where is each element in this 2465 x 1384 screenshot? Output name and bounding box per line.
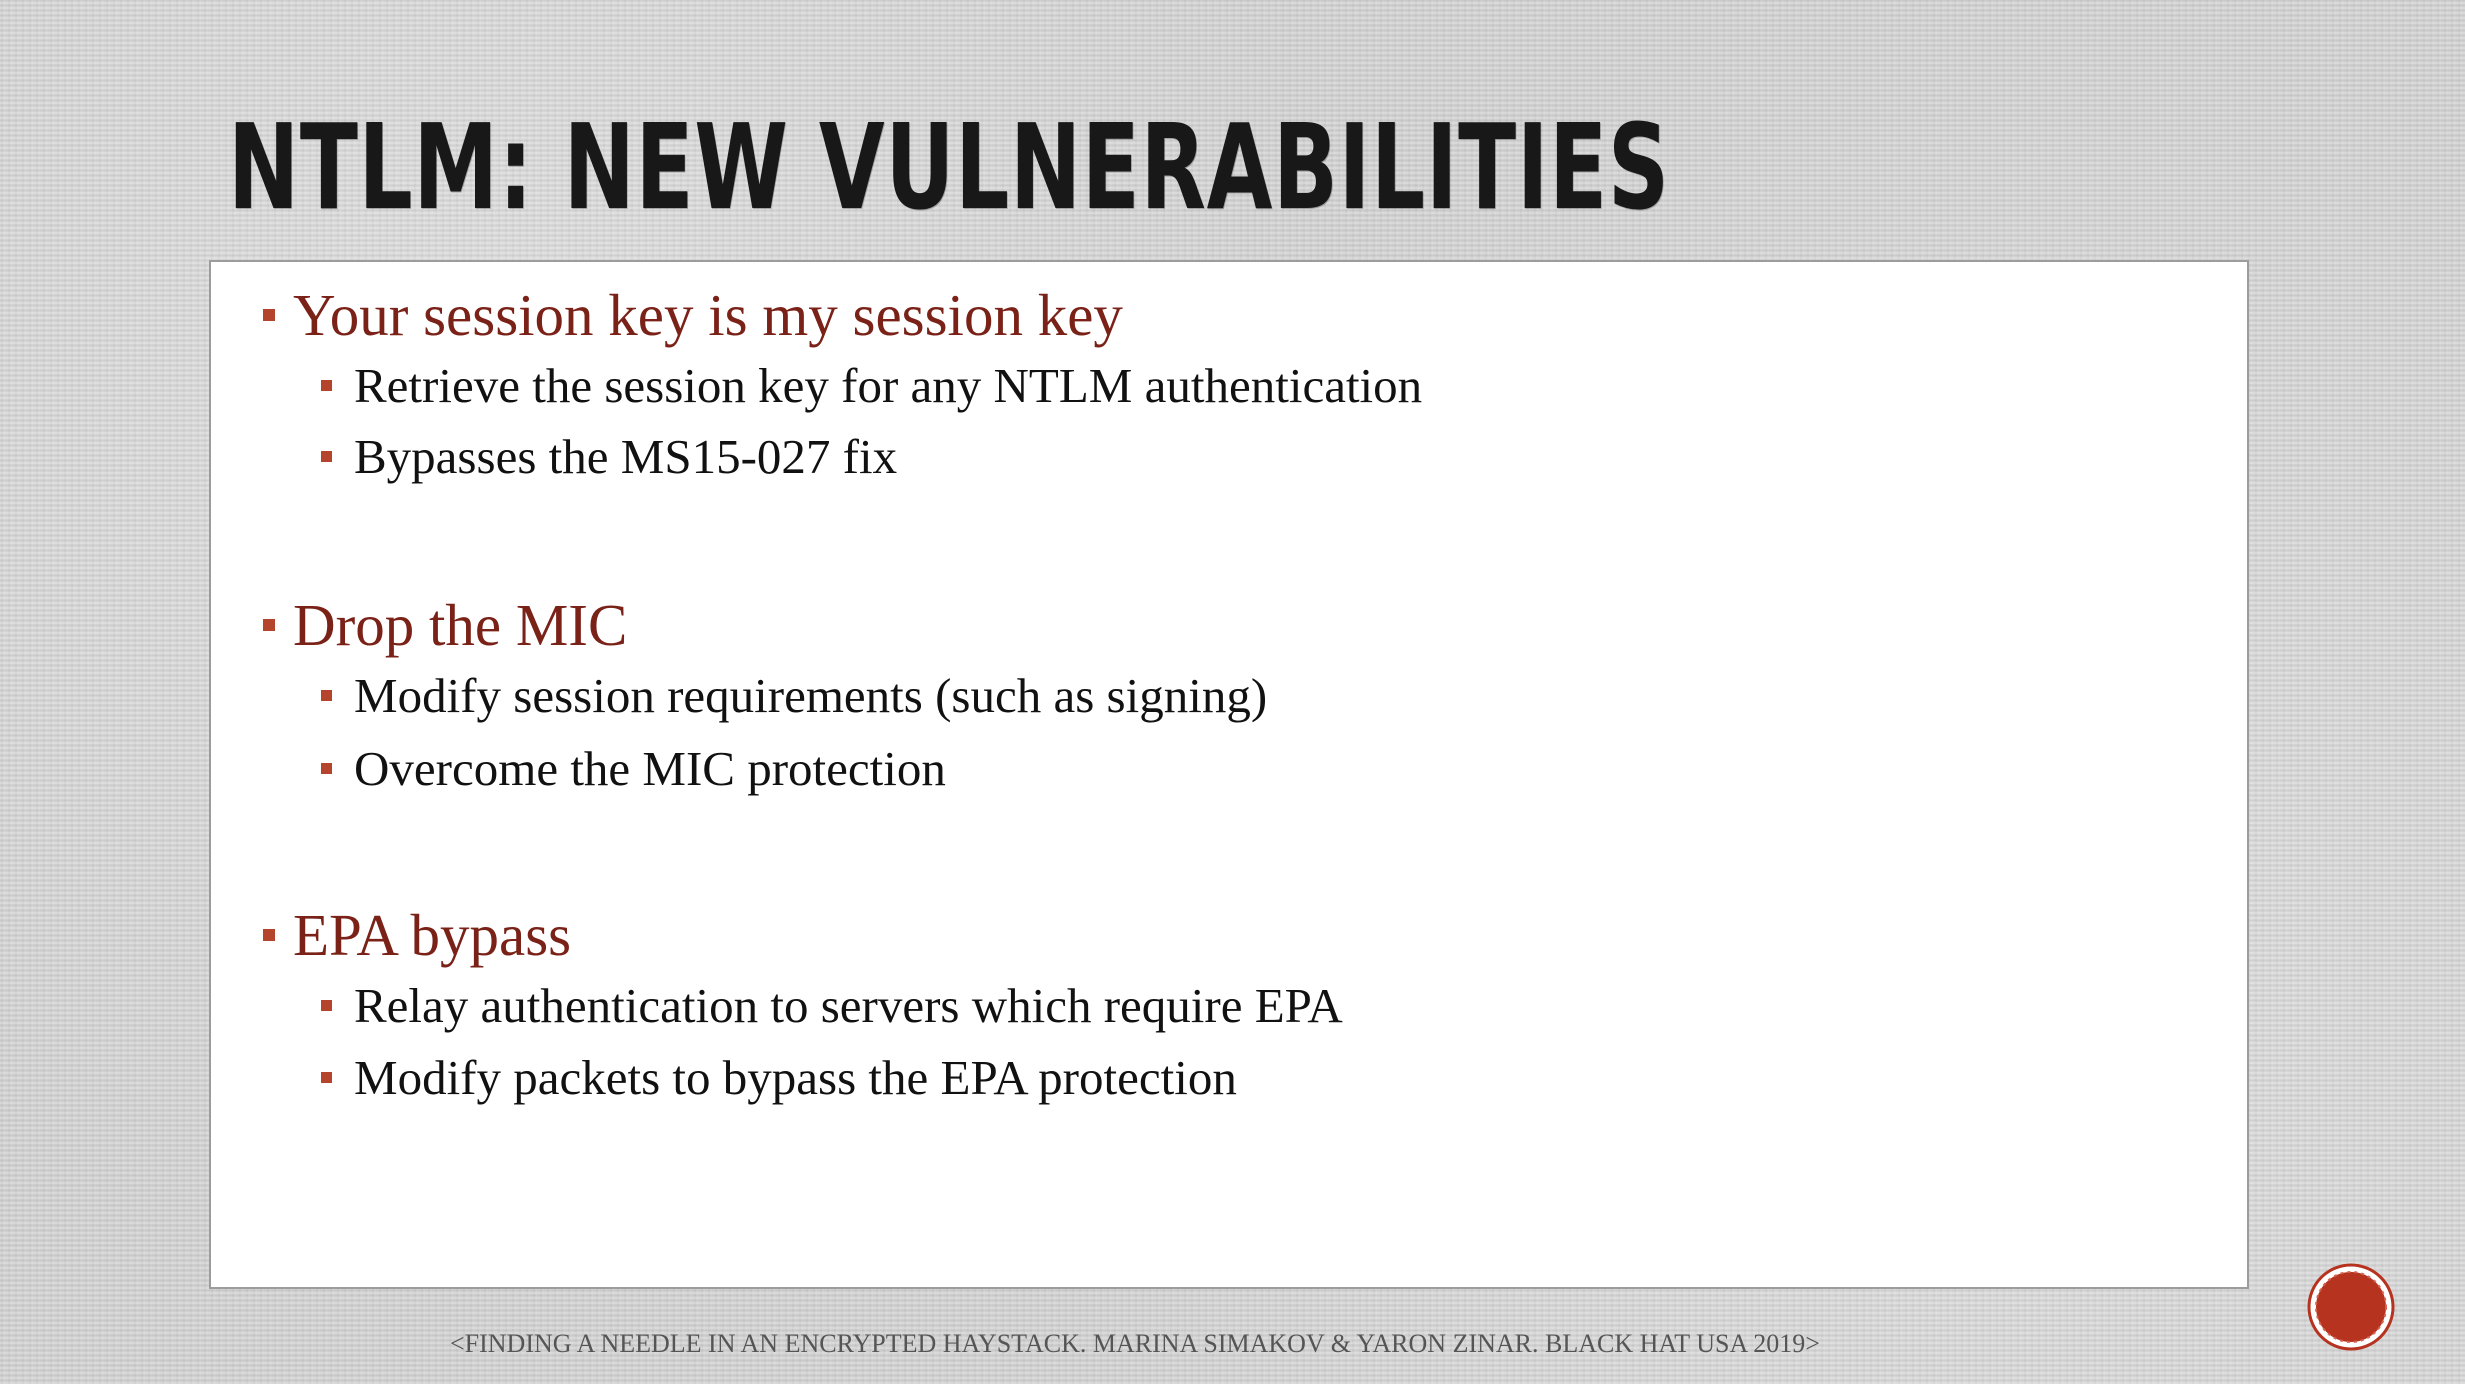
section-heading: EPA bypass [263,900,571,970]
sub-bullet-text: Bypasses the MS15-027 fix [354,429,898,484]
bullet-marker-icon [321,1000,332,1012]
bullet-marker-icon [321,690,332,702]
sub-bullet: Modify packets to bypass the EPA protect… [321,1048,1237,1108]
bullet-marker-icon [321,451,332,463]
bullet-marker-icon [321,1072,332,1084]
sub-bullet-text: Retrieve the session key for any NTLM au… [354,358,1423,413]
sub-bullet: Retrieve the session key for any NTLM au… [321,356,1422,416]
section-heading-text: EPA bypass [293,902,572,968]
bullet-marker-icon [321,763,332,775]
bullet-marker-icon [321,380,332,392]
bullet-marker-icon [263,929,275,942]
sub-bullet-text: Modify packets to bypass the EPA protect… [354,1050,1237,1105]
sub-bullet-text: Relay authentication to servers which re… [354,978,1343,1033]
bullet-marker-icon [263,619,275,632]
sub-bullet: Bypasses the MS15-027 fix [321,427,897,487]
sub-bullet-text: Modify session requirements (such as sig… [354,668,1268,723]
slide-footer: <FINDING A NEEDLE IN AN ENCRYPTED HAYSTA… [450,1329,1820,1358]
section-heading-text: Your session key is my session key [293,282,1123,348]
circle-badge-icon [2307,1263,2395,1351]
sub-bullet: Modify session requirements (such as sig… [321,666,1267,726]
content-box: Your session key is my session key Retri… [209,260,2249,1289]
section-heading-text: Drop the MIC [293,592,628,658]
bullet-marker-icon [263,309,275,322]
section-heading: Your session key is my session key [263,280,1123,350]
sub-bullet: Overcome the MIC protection [321,739,946,799]
section-heading: Drop the MIC [263,590,627,660]
slide-title: NTLM: NEW VULNERABILITIES [228,98,1670,236]
sub-bullet: Relay authentication to servers which re… [321,976,1343,1036]
sub-bullet-text: Overcome the MIC protection [354,741,946,796]
